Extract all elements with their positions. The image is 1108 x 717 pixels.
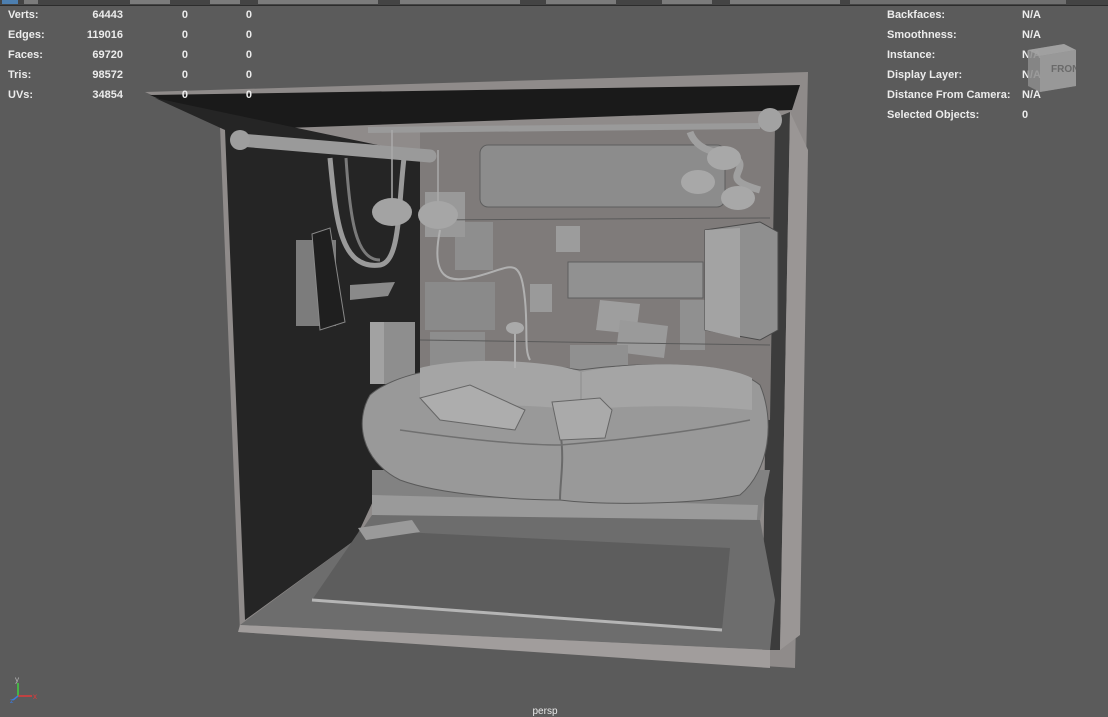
hud-value: N/A <box>1022 29 1041 41</box>
wall-panel <box>567 261 704 299</box>
hud-value: 69720 <box>92 49 123 61</box>
hud-value: 0 <box>1022 109 1029 121</box>
hud-value: 0 <box>181 9 188 21</box>
hud-label: Faces: <box>8 49 43 61</box>
viewcube-icon[interactable]: FRONT <box>1024 44 1076 92</box>
hud-label: Smoothness: <box>887 29 957 41</box>
pendant-lamp <box>418 201 458 229</box>
wall-cabinet-side <box>705 228 740 338</box>
hud-value: 0 <box>181 69 188 81</box>
pendant-lamp <box>707 146 741 170</box>
left-box-side <box>370 322 384 384</box>
sofa-back <box>582 364 752 410</box>
hud-label: Selected Objects: <box>887 109 980 121</box>
camera-name-label: persp <box>532 706 558 717</box>
hud-label: Verts: <box>8 9 39 21</box>
hud-value: 0 <box>245 29 252 41</box>
wall-panel <box>425 282 495 330</box>
axis-y-label: y <box>15 675 19 684</box>
viewcube-face-label[interactable]: FRONT <box>1051 64 1076 75</box>
hud-value: 0 <box>245 89 252 101</box>
hud-value: 98572 <box>92 69 123 81</box>
wall-panel <box>556 226 580 252</box>
pipe-end <box>230 130 250 150</box>
pipe-end <box>758 108 782 132</box>
hud-value: N/A <box>1022 9 1041 21</box>
hud-value: 0 <box>245 69 252 81</box>
hud-label: Edges: <box>8 29 45 41</box>
hud-value: 0 <box>245 9 252 21</box>
axis-gizmo-icon: y x z <box>10 675 37 704</box>
hud-label: Backfaces: <box>887 9 946 21</box>
hud-label: Tris: <box>8 69 32 81</box>
hud-label: Distance From Camera: <box>887 89 1011 101</box>
wall-panel <box>530 284 552 312</box>
hud-value: 0 <box>181 89 188 101</box>
hud-value: 0 <box>245 49 252 61</box>
hud-value: 0 <box>181 49 188 61</box>
hud-label: Instance: <box>887 49 936 61</box>
hud-label: Display Layer: <box>887 69 963 81</box>
hud-value: 34854 <box>92 89 123 101</box>
pendant-lamp <box>721 186 755 210</box>
ceiling-pipe <box>367 123 761 133</box>
floor-lamp-shade <box>506 322 524 334</box>
pendant-lamp <box>372 198 412 226</box>
cushion <box>551 397 613 441</box>
axis-x-label: x <box>33 692 37 701</box>
hud-value: 64443 <box>92 9 123 21</box>
hud-value: 119016 <box>86 29 123 41</box>
wall-panel <box>680 300 705 350</box>
hud-label: UVs: <box>8 89 34 101</box>
hud-value: 0 <box>181 29 188 41</box>
axis-z-label: z <box>10 698 14 704</box>
pendant-lamp <box>681 170 715 194</box>
